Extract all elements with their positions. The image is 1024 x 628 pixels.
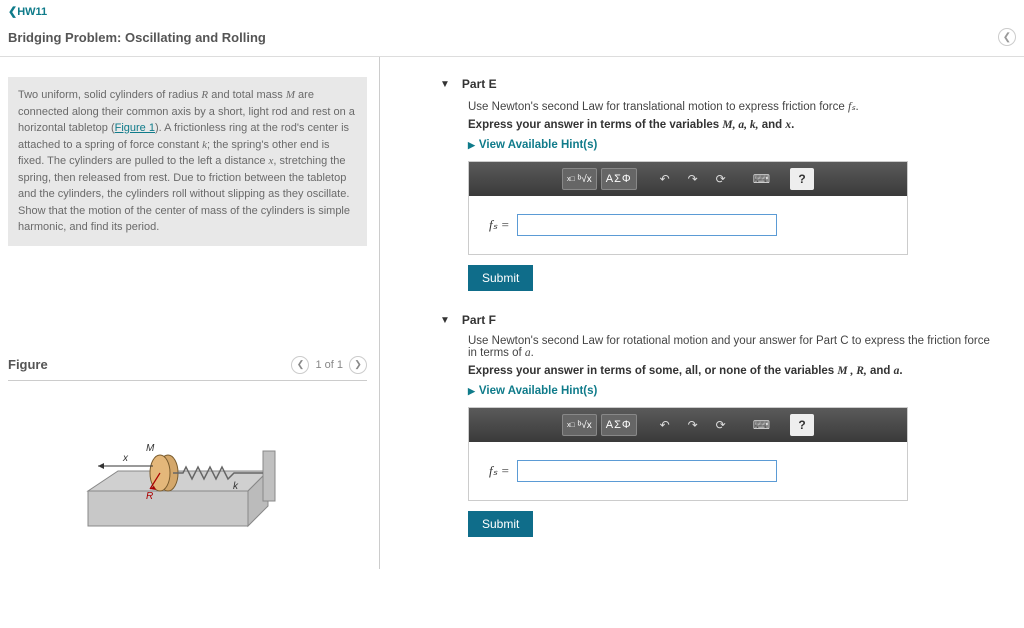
- part-f-submit-button[interactable]: Submit: [468, 511, 533, 537]
- keyboard-button[interactable]: ⌨: [749, 168, 774, 190]
- triangle-right-icon: ▶: [468, 140, 475, 151]
- cylinder-spring-diagram: x M R k: [68, 411, 308, 531]
- part-f-express: Express your answer in terms of some, al…: [468, 365, 994, 377]
- part-e-answer-box: x□ ᵇ√x ΑΣΦ ↶ ↷ ⟳ ⌨ ? fₛ =: [468, 161, 908, 255]
- part-e-hints-link[interactable]: ▶ View Available Hint(s): [468, 139, 994, 151]
- redo-button[interactable]: ↷: [681, 168, 705, 190]
- help-button[interactable]: ?: [790, 168, 814, 190]
- var-m: M: [286, 89, 295, 101]
- part-f-input-label: fₛ =: [489, 463, 509, 479]
- part-f-header[interactable]: ▼ Part F: [440, 313, 994, 327]
- greek-button[interactable]: ΑΣΦ: [601, 414, 637, 436]
- part-f-instruction: Use Newton's second Law for rotational m…: [468, 335, 994, 359]
- part-e-input-label: fₛ =: [489, 217, 509, 233]
- part-f-answer-box: x□ ᵇ√x ΑΣΦ ↶ ↷ ⟳ ⌨ ? fₛ =: [468, 407, 908, 501]
- figure-counter: 1 of 1: [315, 359, 343, 371]
- figure-next-button[interactable]: ❯: [349, 356, 367, 374]
- reset-button[interactable]: ⟳: [709, 414, 733, 436]
- reset-button[interactable]: ⟳: [709, 168, 733, 190]
- problem-statement: Two uniform, solid cylinders of radius R…: [8, 77, 367, 246]
- figure-prev-button[interactable]: ❮: [291, 356, 309, 374]
- part-e-instruction: Use Newton's second Law for translationa…: [468, 99, 994, 113]
- part-f-title: Part F: [462, 313, 496, 327]
- problem-text: Two uniform, solid cylinders of radius: [18, 89, 201, 101]
- part-e-answer-input[interactable]: [517, 214, 777, 236]
- hints-text: View Available Hint(s): [479, 139, 597, 151]
- figure-title: Figure: [8, 357, 48, 372]
- svg-text:R: R: [146, 491, 153, 502]
- caret-down-icon: ▼: [440, 79, 450, 90]
- prev-page-arrow[interactable]: ❮: [998, 28, 1016, 46]
- greek-button[interactable]: ΑΣΦ: [601, 168, 637, 190]
- help-button[interactable]: ?: [790, 414, 814, 436]
- triangle-right-icon: ▶: [468, 386, 475, 397]
- keyboard-button[interactable]: ⌨: [749, 414, 774, 436]
- back-link[interactable]: ❮HW11: [8, 6, 47, 18]
- figure-section: Figure ❮ 1 of 1 ❯ x: [8, 356, 367, 551]
- figure-image: x M R k: [8, 391, 367, 551]
- part-e-header[interactable]: ▼ Part E: [440, 77, 994, 91]
- page-title: Bridging Problem: Oscillating and Rollin…: [8, 30, 266, 45]
- part-e: ▼ Part E Use Newton's second Law for tra…: [440, 77, 994, 291]
- problem-text: and total mass: [208, 89, 286, 101]
- left-column: Two uniform, solid cylinders of radius R…: [0, 57, 380, 569]
- svg-text:x: x: [122, 453, 129, 464]
- undo-button[interactable]: ↶: [653, 414, 677, 436]
- part-e-submit-button[interactable]: Submit: [468, 265, 533, 291]
- redo-button[interactable]: ↷: [681, 414, 705, 436]
- svg-text:M: M: [146, 443, 155, 454]
- part-e-title: Part E: [462, 77, 497, 91]
- answer-toolbar: x□ ᵇ√x ΑΣΦ ↶ ↷ ⟳ ⌨ ?: [469, 408, 907, 442]
- figure-link[interactable]: Figure 1: [115, 122, 155, 134]
- undo-button[interactable]: ↶: [653, 168, 677, 190]
- part-e-express: Express your answer in terms of the vari…: [468, 119, 994, 131]
- part-f-hints-link[interactable]: ▶ View Available Hint(s): [468, 385, 994, 397]
- template-button[interactable]: x□ ᵇ√x: [562, 168, 597, 190]
- answer-toolbar: x□ ᵇ√x ΑΣΦ ↶ ↷ ⟳ ⌨ ?: [469, 162, 907, 196]
- hints-text: View Available Hint(s): [479, 385, 597, 397]
- part-f-answer-input[interactable]: [517, 460, 777, 482]
- right-column: ▼ Part E Use Newton's second Law for tra…: [380, 57, 1024, 569]
- caret-down-icon: ▼: [440, 315, 450, 326]
- template-button[interactable]: x□ ᵇ√x: [562, 414, 597, 436]
- part-f: ▼ Part F Use Newton's second Law for rot…: [440, 313, 994, 537]
